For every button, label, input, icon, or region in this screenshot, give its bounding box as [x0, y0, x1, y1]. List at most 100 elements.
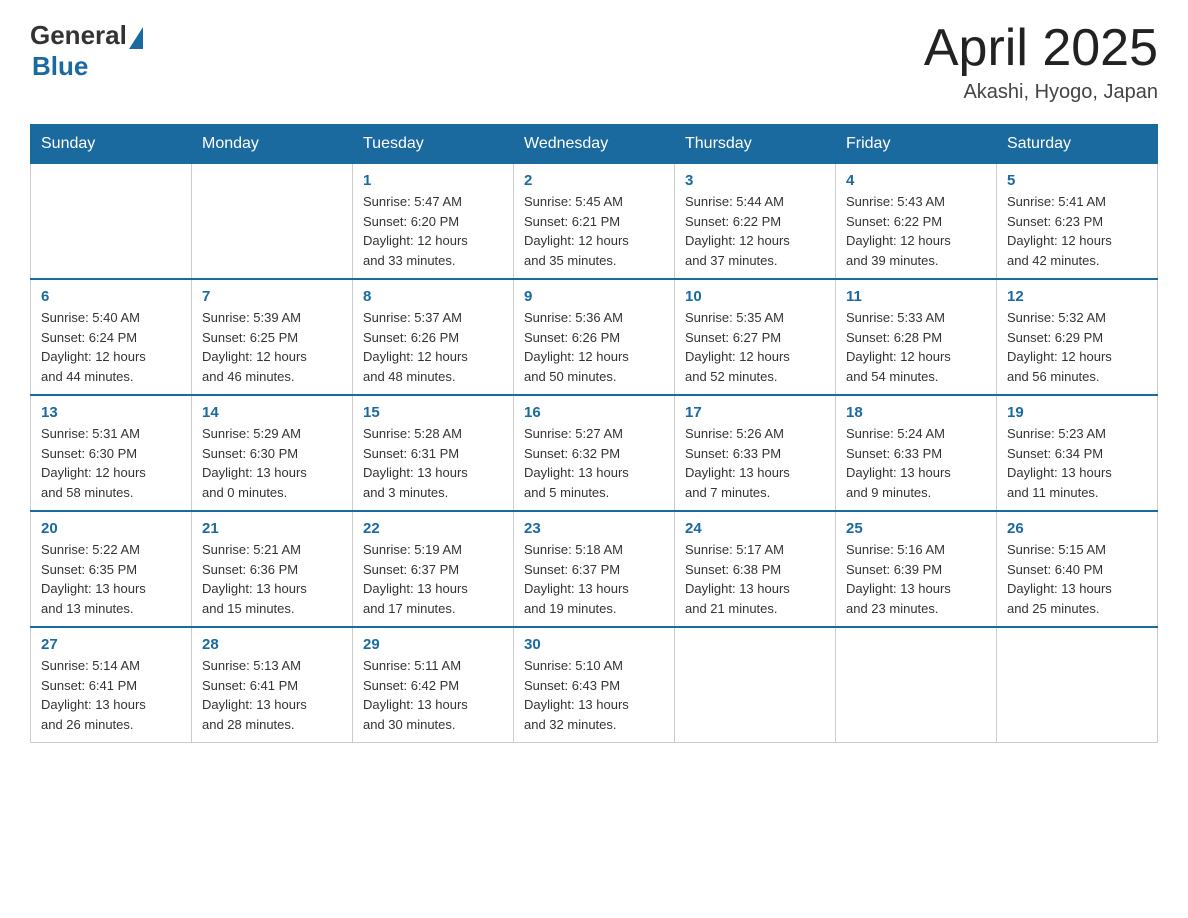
day-number: 18: [846, 404, 986, 421]
month-title: April 2025: [924, 20, 1158, 77]
calendar-table: SundayMondayTuesdayWednesdayThursdayFrid…: [30, 124, 1158, 743]
day-info: Sunrise: 5:41 AMSunset: 6:23 PMDaylight:…: [1007, 192, 1147, 270]
calendar-week-row: 13 Sunrise: 5:31 AMSunset: 6:30 PMDayligh…: [31, 395, 1158, 511]
calendar-cell: 7 Sunrise: 5:39 AMSunset: 6:25 PMDaylight…: [192, 279, 353, 395]
calendar-cell: 29Sunrise: 5:11 AMSunset: 6:42 PMDayligh…: [353, 627, 514, 743]
calendar-cell: 12Sunrise: 5:32 AMSunset: 6:29 PMDayligh…: [997, 279, 1158, 395]
day-info: Sunrise: 5:29 AMSunset: 6:30 PMDaylight:…: [202, 424, 342, 502]
calendar-week-row: 20Sunrise: 5:22 AMSunset: 6:35 PMDayligh…: [31, 511, 1158, 627]
calendar-cell: 5 Sunrise: 5:41 AMSunset: 6:23 PMDaylight…: [997, 164, 1158, 280]
day-info: Sunrise: 5:47 AMSunset: 6:20 PMDaylight:…: [363, 192, 503, 270]
day-info: Sunrise: 5:13 AMSunset: 6:41 PMDaylight:…: [202, 656, 342, 734]
calendar-cell: 9 Sunrise: 5:36 AMSunset: 6:26 PMDaylight…: [514, 279, 675, 395]
calendar-cell: 22Sunrise: 5:19 AMSunset: 6:37 PMDayligh…: [353, 511, 514, 627]
calendar-week-row: 6 Sunrise: 5:40 AMSunset: 6:24 PMDaylight…: [31, 279, 1158, 395]
calendar-cell: 11 Sunrise: 5:33 AMSunset: 6:28 PMDayligh…: [836, 279, 997, 395]
day-number: 14: [202, 404, 342, 421]
calendar-cell: 15Sunrise: 5:28 AMSunset: 6:31 PMDayligh…: [353, 395, 514, 511]
day-number: 22: [363, 520, 503, 537]
calendar-cell: [997, 627, 1158, 743]
location-text: Akashi, Hyogo, Japan: [924, 81, 1158, 104]
calendar-cell: 14 Sunrise: 5:29 AMSunset: 6:30 PMDayligh…: [192, 395, 353, 511]
day-info: Sunrise: 5:43 AMSunset: 6:22 PMDaylight:…: [846, 192, 986, 270]
calendar-cell: 4 Sunrise: 5:43 AMSunset: 6:22 PMDaylight…: [836, 164, 997, 280]
day-info: Sunrise: 5:18 AMSunset: 6:37 PMDaylight:…: [524, 540, 664, 618]
logo-blue-text: Blue: [32, 51, 88, 82]
page-header: General Blue April 2025 Akashi, Hyogo, J…: [30, 20, 1158, 104]
day-number: 8: [363, 288, 503, 305]
day-info: Sunrise: 5:15 AMSunset: 6:40 PMDaylight:…: [1007, 540, 1147, 618]
calendar-cell: 1 Sunrise: 5:47 AMSunset: 6:20 PMDaylight…: [353, 164, 514, 280]
calendar-cell: 25Sunrise: 5:16 AMSunset: 6:39 PMDayligh…: [836, 511, 997, 627]
day-number: 3: [685, 172, 825, 189]
weekday-header-friday: Friday: [836, 125, 997, 164]
day-number: 23: [524, 520, 664, 537]
day-number: 11: [846, 288, 986, 305]
calendar-cell: 2 Sunrise: 5:45 AMSunset: 6:21 PMDaylight…: [514, 164, 675, 280]
day-info: Sunrise: 5:24 AMSunset: 6:33 PMDaylight:…: [846, 424, 986, 502]
logo-general-text: General: [30, 20, 127, 51]
weekday-header-wednesday: Wednesday: [514, 125, 675, 164]
calendar-cell: 23 Sunrise: 5:18 AMSunset: 6:37 PMDayligh…: [514, 511, 675, 627]
calendar-cell: [836, 627, 997, 743]
calendar-cell: 24 Sunrise: 5:17 AMSunset: 6:38 PMDayligh…: [675, 511, 836, 627]
calendar-cell: 13 Sunrise: 5:31 AMSunset: 6:30 PMDayligh…: [31, 395, 192, 511]
day-info: Sunrise: 5:31 AMSunset: 6:30 PMDaylight:…: [41, 424, 181, 502]
calendar-cell: 6 Sunrise: 5:40 AMSunset: 6:24 PMDaylight…: [31, 279, 192, 395]
logo: General Blue: [30, 20, 143, 82]
day-number: 2: [524, 172, 664, 189]
day-info: Sunrise: 5:22 AMSunset: 6:35 PMDaylight:…: [41, 540, 181, 618]
day-number: 25: [846, 520, 986, 537]
day-info: Sunrise: 5:17 AMSunset: 6:38 PMDaylight:…: [685, 540, 825, 618]
day-number: 24: [685, 520, 825, 537]
day-number: 27: [41, 636, 181, 653]
day-info: Sunrise: 5:23 AMSunset: 6:34 PMDaylight:…: [1007, 424, 1147, 502]
weekday-header-thursday: Thursday: [675, 125, 836, 164]
calendar-cell: [192, 164, 353, 280]
logo-triangle-icon: [129, 27, 143, 49]
day-info: Sunrise: 5:35 AMSunset: 6:27 PMDaylight:…: [685, 308, 825, 386]
day-info: Sunrise: 5:40 AMSunset: 6:24 PMDaylight:…: [41, 308, 181, 386]
calendar-cell: 3 Sunrise: 5:44 AMSunset: 6:22 PMDaylight…: [675, 164, 836, 280]
day-info: Sunrise: 5:11 AMSunset: 6:42 PMDaylight:…: [363, 656, 503, 734]
calendar-cell: 8Sunrise: 5:37 AMSunset: 6:26 PMDaylight…: [353, 279, 514, 395]
calendar-cell: 10 Sunrise: 5:35 AMSunset: 6:27 PMDayligh…: [675, 279, 836, 395]
calendar-cell: 26 Sunrise: 5:15 AMSunset: 6:40 PMDayligh…: [997, 511, 1158, 627]
day-info: Sunrise: 5:10 AMSunset: 6:43 PMDaylight:…: [524, 656, 664, 734]
day-number: 6: [41, 288, 181, 305]
calendar-cell: 20Sunrise: 5:22 AMSunset: 6:35 PMDayligh…: [31, 511, 192, 627]
day-info: Sunrise: 5:45 AMSunset: 6:21 PMDaylight:…: [524, 192, 664, 270]
day-info: Sunrise: 5:39 AMSunset: 6:25 PMDaylight:…: [202, 308, 342, 386]
day-number: 9: [524, 288, 664, 305]
calendar-cell: 19 Sunrise: 5:23 AMSunset: 6:34 PMDayligh…: [997, 395, 1158, 511]
calendar-week-row: 1 Sunrise: 5:47 AMSunset: 6:20 PMDaylight…: [31, 164, 1158, 280]
day-info: Sunrise: 5:21 AMSunset: 6:36 PMDaylight:…: [202, 540, 342, 618]
day-number: 28: [202, 636, 342, 653]
day-number: 5: [1007, 172, 1147, 189]
day-number: 21: [202, 520, 342, 537]
calendar-cell: [31, 164, 192, 280]
day-info: Sunrise: 5:36 AMSunset: 6:26 PMDaylight:…: [524, 308, 664, 386]
day-number: 16: [524, 404, 664, 421]
day-number: 4: [846, 172, 986, 189]
day-number: 30: [524, 636, 664, 653]
day-info: Sunrise: 5:28 AMSunset: 6:31 PMDaylight:…: [363, 424, 503, 502]
calendar-cell: 17Sunrise: 5:26 AMSunset: 6:33 PMDayligh…: [675, 395, 836, 511]
day-info: Sunrise: 5:33 AMSunset: 6:28 PMDaylight:…: [846, 308, 986, 386]
calendar-cell: 16Sunrise: 5:27 AMSunset: 6:32 PMDayligh…: [514, 395, 675, 511]
day-info: Sunrise: 5:14 AMSunset: 6:41 PMDaylight:…: [41, 656, 181, 734]
day-number: 7: [202, 288, 342, 305]
day-number: 17: [685, 404, 825, 421]
weekday-header-monday: Monday: [192, 125, 353, 164]
weekday-header-sunday: Sunday: [31, 125, 192, 164]
day-number: 1: [363, 172, 503, 189]
calendar-cell: 27 Sunrise: 5:14 AMSunset: 6:41 PMDayligh…: [31, 627, 192, 743]
day-number: 19: [1007, 404, 1147, 421]
day-number: 13: [41, 404, 181, 421]
day-number: 10: [685, 288, 825, 305]
calendar-cell: 18 Sunrise: 5:24 AMSunset: 6:33 PMDayligh…: [836, 395, 997, 511]
calendar-cell: [675, 627, 836, 743]
day-number: 26: [1007, 520, 1147, 537]
weekday-header-tuesday: Tuesday: [353, 125, 514, 164]
day-info: Sunrise: 5:44 AMSunset: 6:22 PMDaylight:…: [685, 192, 825, 270]
